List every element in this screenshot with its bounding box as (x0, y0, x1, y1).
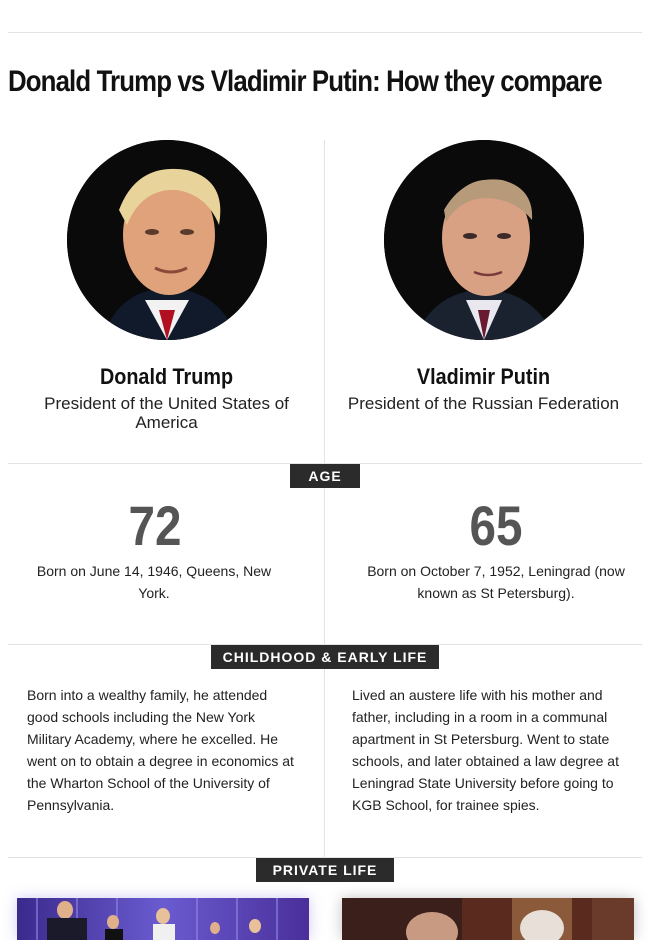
column-divider (324, 488, 325, 644)
section-tag-childhood: CHILDHOOD & EARLY LIFE (211, 645, 439, 669)
putin-name: Vladimir Putin (416, 364, 551, 389)
putin-portrait (384, 140, 584, 340)
column-divider (324, 668, 325, 858)
trump-age: 72 (128, 494, 182, 557)
trump-family-photo (17, 898, 309, 940)
top-divider (8, 32, 642, 33)
section-tag-private-life: PRIVATE LIFE (256, 858, 394, 882)
section-tag-age: AGE (290, 464, 360, 488)
trump-portrait (67, 140, 267, 340)
putin-childhood-text: Lived an austere life with his mother an… (352, 687, 619, 813)
putin-private-photo (342, 898, 634, 940)
column-divider (324, 140, 325, 464)
page-title: Donald Trump vs Vladimir Putin: How they… (8, 65, 603, 98)
putin-role: President of the Russian Federation (347, 394, 620, 413)
putin-age: 65 (469, 494, 523, 557)
putin-birth-info: Born on October 7, 1952, Leningrad (now … (367, 563, 625, 601)
trump-birth-info: Born on June 14, 1946, Queens, New York. (36, 563, 272, 601)
trump-role: President of the United States of Americ… (44, 394, 289, 432)
trump-name: Donald Trump (99, 364, 234, 389)
trump-childhood-text: Born into a wealthy family, he attended … (27, 687, 294, 813)
